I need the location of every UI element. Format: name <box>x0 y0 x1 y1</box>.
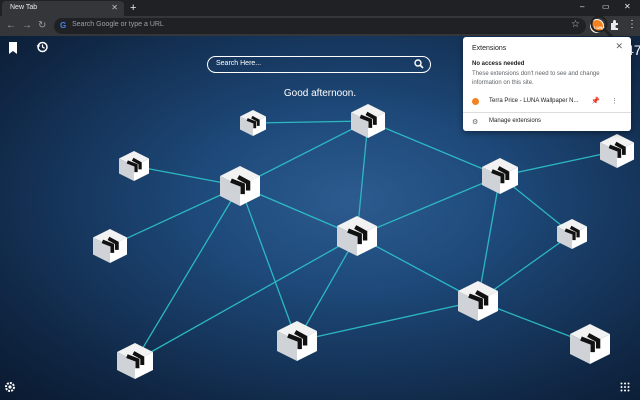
network-link <box>134 185 241 362</box>
luna-extension-icon <box>472 98 479 105</box>
search-bar[interactable]: Search Here... <box>207 56 431 73</box>
extension-item[interactable]: Terra Price - LUNA Wallpaper N... 📌 ⋮ <box>463 95 631 109</box>
history-icon[interactable] <box>36 41 48 53</box>
minimize-button[interactable]: – <box>580 2 584 11</box>
network-cube-node <box>337 216 377 256</box>
popup-title: Extensions <box>472 45 507 52</box>
tab-strip: New Tab ✕ + – ▭ ✕ <box>0 0 640 16</box>
network-cube-node <box>557 219 587 249</box>
toolbar: ← → ↻ G Search Google or type a URL ☆ LU… <box>0 16 640 36</box>
network-cube-node <box>458 281 498 321</box>
network-link <box>296 300 479 342</box>
omnibox-placeholder: Search Google or type a URL <box>72 21 164 28</box>
network-cube-node <box>220 166 260 206</box>
divider <box>463 112 631 113</box>
network-cube-node <box>93 229 127 263</box>
close-window-button[interactable]: ✕ <box>624 2 631 11</box>
network-cube-node <box>240 110 266 136</box>
network-cube-node <box>482 158 518 194</box>
network-link <box>477 175 501 302</box>
restore-button[interactable]: ▭ <box>602 2 610 11</box>
extension-more-icon[interactable]: ⋮ <box>611 97 618 105</box>
network-link <box>356 175 501 237</box>
forward-button[interactable]: → <box>22 19 32 33</box>
reload-button[interactable]: ↻ <box>38 19 46 33</box>
bookmark-icon[interactable] <box>8 42 18 54</box>
network-link <box>252 120 369 124</box>
network-cube-node <box>600 134 634 168</box>
tab-new-tab[interactable]: New Tab ✕ <box>2 1 124 16</box>
network-cube-node <box>119 151 149 181</box>
browser-menu-icon[interactable]: ⋮ <box>627 20 637 30</box>
pin-icon[interactable]: 📌 <box>591 97 600 105</box>
apps-grid-icon[interactable] <box>620 382 630 392</box>
close-icon[interactable]: ✕ <box>615 41 623 52</box>
network-cube-node <box>117 343 153 379</box>
section-description: These extensions don't need to see and c… <box>472 71 600 86</box>
bookmark-star-icon[interactable]: ☆ <box>571 19 580 30</box>
section-heading: No access needed <box>472 61 525 67</box>
tab-title: New Tab <box>10 4 38 11</box>
network-cube-node <box>570 324 610 364</box>
omnibox[interactable]: G Search Google or type a URL ☆ <box>54 18 586 34</box>
network-link <box>239 185 298 342</box>
network-link <box>134 235 358 362</box>
back-button[interactable]: ← <box>6 19 16 33</box>
gear-icon: ⚙ <box>472 119 479 126</box>
manage-extensions-label: Manage extensions <box>489 118 542 124</box>
manage-extensions-button[interactable]: ⚙ Manage extensions <box>463 116 631 128</box>
network-link <box>296 235 358 342</box>
search-input[interactable]: Search Here... <box>216 60 261 67</box>
new-tab-button[interactable]: + <box>130 1 136 15</box>
extension-item-label: Terra Price - LUNA Wallpaper N... <box>489 98 579 104</box>
google-icon: G <box>60 21 67 30</box>
tab-close-icon[interactable]: ✕ <box>111 3 118 12</box>
search-icon[interactable] <box>414 59 424 69</box>
extensions-popup: Extensions ✕ No access needed These exte… <box>463 37 631 131</box>
settings-icon[interactable] <box>4 381 16 393</box>
network-cube-node <box>351 104 385 138</box>
network-cube-node <box>277 321 317 361</box>
